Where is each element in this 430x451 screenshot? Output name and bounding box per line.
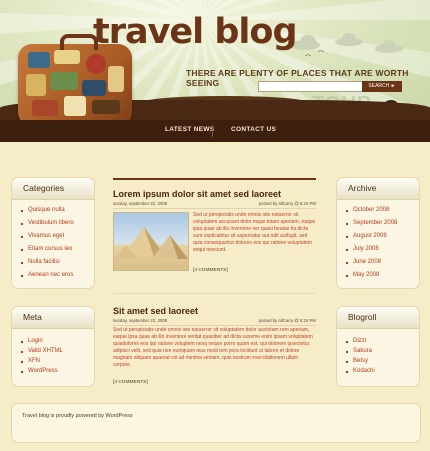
bird-icon: ⌒ xyxy=(305,56,312,62)
list-item[interactable]: Dizzr xyxy=(346,338,412,344)
meta-divider xyxy=(113,208,316,209)
list-item[interactable]: Etiam cursus leo xyxy=(21,246,87,252)
sticker-shape xyxy=(32,100,58,116)
content-top-rule xyxy=(113,178,316,180)
nav-item-contact-us[interactable]: CONTACT US xyxy=(231,126,276,133)
meta-divider xyxy=(113,325,316,326)
list-item[interactable]: Aenean nec eros xyxy=(21,272,87,278)
sticker-shape xyxy=(26,74,46,96)
cloud-shape xyxy=(342,33,356,43)
list-item[interactable]: Betsy xyxy=(346,358,412,364)
list-item[interactable]: XFN xyxy=(21,358,87,364)
sticker-shape xyxy=(108,66,124,92)
archive-list: October 2008 September 2008 August 2008 … xyxy=(346,207,412,278)
cloud-shape xyxy=(383,40,395,48)
post-meta: sunday, september 22, 2008 posted by all… xyxy=(113,318,316,323)
list-item[interactable]: Vivamus eget xyxy=(21,233,87,239)
list-item[interactable]: Quisque nulla xyxy=(21,207,87,213)
list-item[interactable]: Sakura xyxy=(346,348,412,354)
widget-title: Categories xyxy=(23,183,65,193)
nav-item-latest-news[interactable]: LATEST NEWS xyxy=(165,126,214,133)
blogroll-list: Dizzr Sakura Betsy Kodachi xyxy=(346,338,412,374)
widget-header: Meta xyxy=(12,307,94,329)
post-body: Sed ut perspiciatis unde omnis iste natu… xyxy=(193,212,316,253)
post-title[interactable]: Sit amet sed laoreet xyxy=(113,306,198,316)
category-list: Quisque nulla Vestibulum libero Vivamus … xyxy=(21,207,87,278)
bird-icon: ⌒ xyxy=(318,52,325,58)
widget-title: Archive xyxy=(348,183,377,193)
widget-title: Meta xyxy=(23,312,42,322)
list-item[interactable]: July 2008 xyxy=(346,246,412,252)
sticker-shape xyxy=(28,52,50,68)
sticker-shape xyxy=(86,54,106,74)
cloud-shape xyxy=(300,35,316,47)
widget-header: Categories xyxy=(12,178,94,200)
list-item[interactable]: Vestibulum libero xyxy=(21,220,87,226)
meta-list: Login Valid XHTML XFN WordPress xyxy=(21,338,87,374)
archive-widget: Archive October 2008 September 2008 Augu… xyxy=(336,177,420,289)
pyramids-image xyxy=(113,212,189,271)
comments-link[interactable]: [4 COMMENTS] xyxy=(193,268,228,273)
widget-title: Blogroll xyxy=(348,312,377,322)
categories-widget: Categories Quisque nulla Vestibulum libe… xyxy=(11,177,95,289)
list-item[interactable]: Login xyxy=(21,338,87,344)
post-title[interactable]: Lorem ipsum dolor sit amet sed laoreet xyxy=(113,189,281,199)
meta-widget: Meta Login Valid XHTML XFN WordPress xyxy=(11,306,95,387)
list-item[interactable]: Nulla facilisi xyxy=(21,259,87,265)
list-item[interactable]: October 2008 xyxy=(346,207,412,213)
nav-separator xyxy=(212,125,213,137)
footer-text: Travel blog is proudly powered by WordPr… xyxy=(22,413,133,419)
post-body: Sed ut perspiciatis unde omnis iste natu… xyxy=(113,327,313,368)
list-item[interactable]: September 2008 xyxy=(346,220,412,226)
list-item[interactable]: August 2008 xyxy=(346,233,412,239)
comments-link[interactable]: [4 COMMENTS] xyxy=(113,380,148,385)
post-date: sunday, september 22, 2008 xyxy=(113,201,168,206)
list-item[interactable]: Kodachi xyxy=(346,368,412,374)
sticker-shape xyxy=(64,96,86,116)
post-date: sunday, september 22, 2008 xyxy=(113,318,168,323)
site-footer: Travel blog is proudly powered by WordPr… xyxy=(11,403,421,443)
suitcase-illustration xyxy=(18,34,132,126)
list-item[interactable]: May 2008 xyxy=(346,272,412,278)
list-item[interactable]: June 2008 xyxy=(346,259,412,265)
sticker-shape xyxy=(50,72,78,90)
sticker-shape xyxy=(82,80,106,96)
sticker-shape xyxy=(54,50,80,64)
blogroll-widget: Blogroll Dizzr Sakura Betsy Kodachi xyxy=(336,306,420,387)
search-input[interactable] xyxy=(258,81,364,92)
pyramid-shapes xyxy=(114,227,188,259)
post-author: posted by allCarry @ 5:24 PM xyxy=(258,318,316,323)
list-item[interactable]: Valid XHTML xyxy=(21,348,87,354)
search-button[interactable]: SEARCH ► xyxy=(362,81,402,92)
post-author: posted by allCarry @ 5:24 PM xyxy=(258,201,316,206)
widget-header: Blogroll xyxy=(337,307,419,329)
post-separator xyxy=(113,293,316,294)
widget-header: Archive xyxy=(337,178,419,200)
suitcase-handle xyxy=(60,34,98,50)
main-nav: LATEST NEWS CONTACT US xyxy=(0,120,430,142)
post-meta: sunday, september 22, 2008 posted by all… xyxy=(113,201,316,206)
sticker-shape xyxy=(92,100,120,114)
list-item[interactable]: WordPress xyxy=(21,368,87,374)
